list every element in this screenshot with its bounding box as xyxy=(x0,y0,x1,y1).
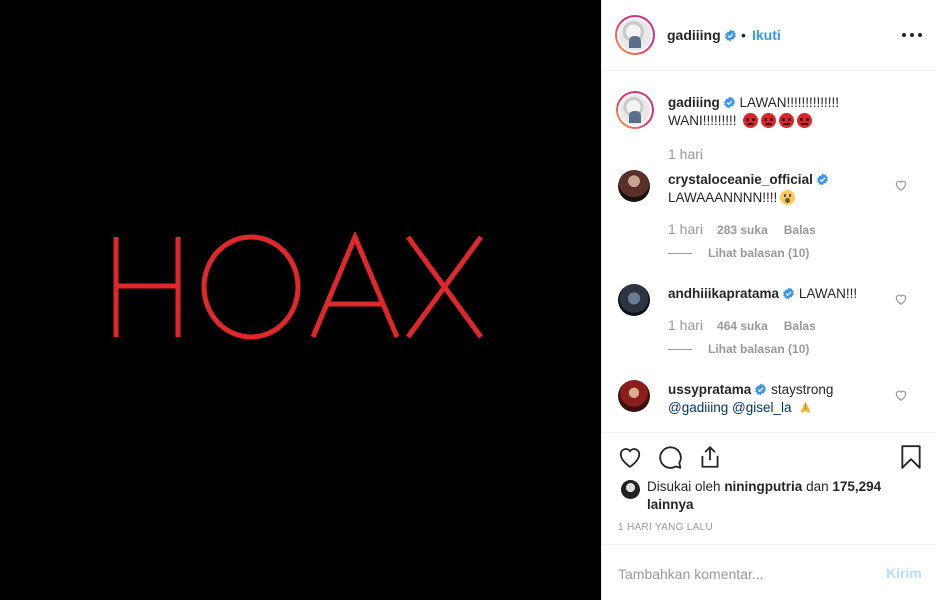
replies-divider xyxy=(668,349,692,351)
caption-username[interactable]: gadiiing xyxy=(668,95,720,110)
comment-meta: 1 hari 283 suka Balas xyxy=(668,221,816,237)
mention-link[interactable]: @gisel_la xyxy=(732,400,791,415)
liked-by-conj: dan xyxy=(806,479,829,494)
shocked-face-icon xyxy=(780,190,796,205)
commenter-avatar[interactable] xyxy=(618,170,650,202)
comment-like-heart-icon[interactable] xyxy=(894,178,908,192)
comment-item: andhiiikapratama LAWAN!!! 1 hari 464 suka… xyxy=(602,284,937,364)
angry-face-icon xyxy=(797,113,813,128)
share-icon[interactable] xyxy=(697,444,723,470)
post-header: gadiiing • Ikuti xyxy=(602,0,937,71)
caption-time[interactable]: 1 hari xyxy=(668,146,703,162)
caption-item: gadiiing LAWAN!!!!!!!!!!!!!! WANI!!!!!!!… xyxy=(602,89,937,169)
post-side-panel: gadiiing • Ikuti gadiiing LAWAN!!!!!!!!!… xyxy=(601,0,937,600)
comment-body: crystaloceanie_official LAWAAANNNN!!!! xyxy=(668,171,898,207)
view-replies-button[interactable]: Lihat balasan (10) xyxy=(668,342,809,356)
comment-body: ussypratama staystrong @gadiiing @gisel_… xyxy=(668,381,898,417)
comment-body: andhiiikapratama LAWAN!!! xyxy=(668,285,898,303)
hoax-lettering xyxy=(113,232,484,340)
bookmark-icon[interactable] xyxy=(898,444,924,470)
view-replies-label[interactable]: Lihat balasan (10) xyxy=(708,246,809,260)
comment-like-heart-icon[interactable] xyxy=(894,292,908,306)
media-text-hoax xyxy=(108,232,498,362)
comment-username[interactable]: crystaloceanie_official xyxy=(668,172,813,187)
verified-badge-icon xyxy=(755,383,767,396)
liked-by-prefix: Disukai oleh xyxy=(647,479,721,494)
angry-face-icon xyxy=(743,113,759,128)
comment-input[interactable] xyxy=(618,564,868,584)
comment-text: LAWAAANNNN!!!! xyxy=(668,190,778,205)
angry-face-icon xyxy=(761,113,777,128)
commenter-avatar[interactable] xyxy=(618,284,650,316)
author-avatar[interactable] xyxy=(615,15,655,55)
more-horizontal-icon[interactable] xyxy=(900,26,924,44)
view-replies-label[interactable]: Lihat balasan (10) xyxy=(708,342,809,356)
comment-likes[interactable]: 464 suka xyxy=(717,319,768,333)
caption-meta: 1 hari xyxy=(668,146,717,162)
caption-body: gadiiing LAWAN!!!!!!!!!!!!!! WANI!!!!!!!… xyxy=(668,94,898,130)
author-username-text[interactable]: gadiiing xyxy=(667,27,721,43)
commenter-avatar[interactable] xyxy=(618,380,650,412)
comments-list[interactable]: gadiiing LAWAN!!!!!!!!!!!!!! WANI!!!!!!!… xyxy=(602,72,937,432)
send-comment-button[interactable]: Kirim xyxy=(886,565,922,581)
comment-text: staystrong xyxy=(771,382,834,397)
heart-icon[interactable] xyxy=(617,444,643,470)
verified-badge-icon xyxy=(783,287,794,300)
follow-button[interactable]: Ikuti xyxy=(752,27,781,43)
comment-text: LAWAN!!! xyxy=(798,286,858,301)
comment-reply-button[interactable]: Balas xyxy=(784,223,816,237)
header-separator: • xyxy=(741,27,746,43)
add-comment-bar: Kirim xyxy=(602,544,937,600)
comment-icon[interactable] xyxy=(657,444,683,470)
mention-link[interactable]: @gadiiing xyxy=(668,400,728,415)
comment-meta: 1 hari 464 suka Balas xyxy=(668,317,816,333)
comment-item: crystaloceanie_official LAWAAANNNN!!!! 1… xyxy=(602,168,937,263)
comment-reply-button[interactable]: Balas xyxy=(784,319,816,333)
author-username[interactable]: gadiiing xyxy=(667,27,737,43)
comment-username[interactable]: andhiiikapratama xyxy=(668,286,779,301)
comment-item: ussypratama staystrong @gadiiing @gisel_… xyxy=(602,380,937,432)
comment-likes[interactable]: 283 suka xyxy=(717,223,768,237)
liker-avatar[interactable] xyxy=(621,480,640,499)
post-timestamp[interactable]: 1 HARI YANG LALU xyxy=(618,522,713,533)
liked-by-text: Disukai oleh niningputria dan 175,294 la… xyxy=(647,478,887,514)
comment-time[interactable]: 1 hari xyxy=(668,221,703,237)
folded-hands-icon xyxy=(800,401,811,413)
post-media[interactable] xyxy=(0,0,601,600)
verified-badge-icon xyxy=(816,173,828,186)
angry-face-icon xyxy=(779,113,795,128)
comment-time[interactable]: 1 hari xyxy=(668,317,703,333)
comment-username[interactable]: ussypratama xyxy=(668,382,751,397)
verified-badge-icon xyxy=(724,29,736,42)
liked-by-user[interactable]: niningputria xyxy=(724,479,802,494)
comment-like-heart-icon[interactable] xyxy=(894,388,908,402)
replies-divider xyxy=(668,253,692,255)
view-replies-button[interactable]: Lihat balasan (10) xyxy=(668,246,809,260)
post-actions: Disukai oleh niningputria dan 175,294 la… xyxy=(602,432,937,544)
verified-badge-icon xyxy=(723,96,735,109)
caption-avatar[interactable] xyxy=(616,91,654,129)
